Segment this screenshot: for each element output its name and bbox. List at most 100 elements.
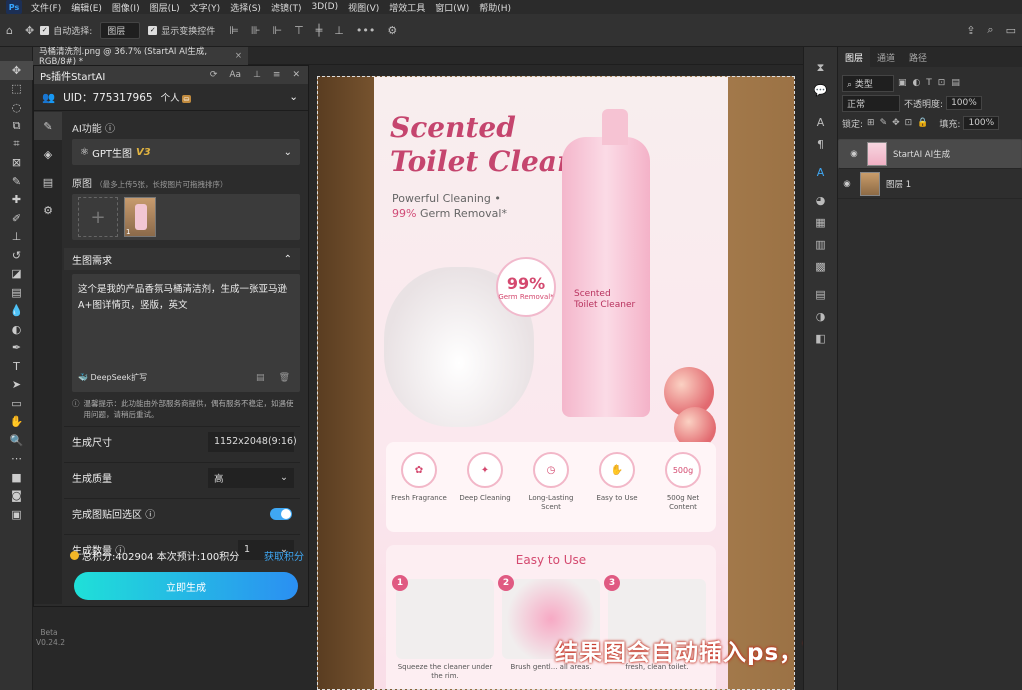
fill-input[interactable]: 100% — [963, 116, 1000, 130]
align-right-icon[interactable]: ⊩ — [272, 24, 282, 37]
history-icon[interactable]: ▤ — [256, 370, 265, 386]
chevron-down-icon[interactable]: ⌄ — [289, 91, 298, 103]
close-tab-icon[interactable]: × — [235, 51, 242, 61]
align-bottom-icon[interactable]: ⊥ — [334, 24, 344, 37]
path-select-icon[interactable]: ➤ — [0, 376, 33, 395]
swatches-icon[interactable]: ▦ — [804, 211, 837, 233]
kind-filter-dropdown[interactable]: ⌕ 类型 — [842, 74, 894, 92]
eraser-tool-icon[interactable]: ◪ — [0, 265, 33, 284]
lock-icons[interactable]: ⊞✎✥⊡🔒 — [867, 118, 933, 128]
close-icon[interactable]: ✕ — [292, 70, 300, 80]
lasso-tool-icon[interactable]: ◌ — [0, 98, 33, 117]
canvas-area[interactable]: Scented Toilet Cleaner Powerful Cleaning… — [309, 65, 803, 690]
account-row[interactable]: 👥 UID：775317965 个人 ⛀ ⌄ — [34, 84, 308, 111]
screen-mode-icon[interactable]: ▣ — [0, 505, 33, 524]
auto-select-checkbox[interactable]: ✓ — [40, 25, 50, 35]
paste-toggle[interactable] — [270, 507, 292, 520]
trash-icon[interactable]: 🗑 — [279, 370, 290, 386]
blend-mode-dropdown[interactable]: 正常 — [842, 94, 901, 112]
pin-icon[interactable]: ⊥ — [253, 70, 261, 80]
align-left-icon[interactable]: ⊫ — [229, 24, 239, 37]
align-top-icon[interactable]: ⊤ — [294, 24, 304, 37]
search-icon[interactable]: ⌕ — [987, 23, 993, 37]
zoom-tool-icon[interactable]: 🔍 — [0, 431, 33, 450]
tab-channels[interactable]: 通道 — [870, 51, 902, 64]
pen-tool-icon[interactable]: ✒ — [0, 339, 33, 358]
document-tab[interactable]: 马桶清洗剂.png @ 36.7% (StartAI AI生成, RGB/8#)… — [33, 47, 248, 67]
menu-3d[interactable]: 3D(D) — [306, 2, 343, 12]
layer-row[interactable]: ◉ StartAI AI生成 — [838, 139, 1022, 169]
character-icon[interactable]: A — [804, 111, 837, 133]
auto-select-dropdown[interactable]: 图层 — [100, 21, 141, 39]
shape-tool-icon[interactable]: ▭ — [0, 394, 33, 413]
menu-plugins[interactable]: 增效工具 — [384, 1, 430, 14]
add-image-button[interactable]: + — [78, 197, 118, 237]
docs-nav-icon[interactable]: ▤ — [34, 168, 62, 196]
settings-nav-icon[interactable]: ⚙ — [34, 196, 62, 224]
object-select-tool-icon[interactable]: ⧉ — [0, 117, 33, 136]
refresh-icon[interactable]: ⟳ — [210, 70, 218, 80]
move-tool-icon[interactable]: ✥ — [25, 24, 34, 37]
layers-nav-icon[interactable]: ◈ — [34, 140, 62, 168]
adjustments-icon[interactable]: ◑ — [804, 305, 837, 327]
more-options-icon[interactable]: ••• — [356, 24, 375, 37]
menu-image[interactable]: 图像(I) — [107, 1, 145, 14]
blur-tool-icon[interactable]: 💧 — [0, 302, 33, 321]
settings-icon[interactable]: ⚙ — [387, 24, 397, 37]
share-icon[interactable]: ⇪ — [966, 24, 975, 37]
tab-paths[interactable]: 路径 — [902, 51, 934, 64]
patterns-icon[interactable]: ▩ — [804, 255, 837, 277]
history-icon[interactable]: ⧗ — [804, 57, 837, 79]
requirement-section-header[interactable]: 生图需求 ⌃ — [64, 248, 300, 270]
menu-type[interactable]: 文字(Y) — [185, 1, 226, 14]
tab-layers[interactable]: 图层 — [838, 47, 871, 67]
home-icon[interactable]: ⌂ — [6, 24, 13, 37]
document-canvas[interactable]: Scented Toilet Cleaner Powerful Cleaning… — [317, 76, 795, 690]
marquee-tool-icon[interactable]: ⬚ — [0, 80, 33, 99]
menu-layer[interactable]: 图层(L) — [145, 1, 185, 14]
more-tools-icon[interactable]: ⋯ — [0, 450, 33, 469]
history-brush-icon[interactable]: ↺ — [0, 246, 33, 265]
menu-edit[interactable]: 编辑(E) — [66, 1, 107, 14]
filter-icons[interactable]: ▣◐T⊡▤ — [898, 78, 966, 88]
gradient-tool-icon[interactable]: ▤ — [0, 283, 33, 302]
source-thumbnail[interactable]: 1 — [124, 197, 156, 237]
workspace-icon[interactable]: ▭ — [1006, 24, 1016, 37]
menu-icon[interactable]: ≡ — [273, 70, 281, 80]
frame-tool-icon[interactable]: ⊠ — [0, 154, 33, 173]
prompt-textarea[interactable]: 这个是我的产品香氛马桶清洁剂，生成一张亚马逊A+图详情页，竖版，英文 🐳 Dee… — [72, 274, 300, 392]
dodge-tool-icon[interactable]: ◐ — [0, 320, 33, 339]
stamp-tool-icon[interactable]: ⊥ — [0, 228, 33, 247]
ai-function-dropdown[interactable]: ⚛ GPT生图 V3 ⌄ — [72, 139, 300, 165]
menu-window[interactable]: 窗口(W) — [430, 1, 474, 14]
opacity-input[interactable]: 100% — [946, 96, 982, 110]
startai-icon[interactable]: A — [804, 161, 837, 183]
comments-icon[interactable]: 💬 — [804, 79, 837, 101]
gradients-icon[interactable]: ▥ — [804, 233, 837, 255]
crop-tool-icon[interactable]: ⌗ — [0, 135, 33, 154]
paragraph-icon[interactable]: ¶ — [804, 133, 837, 155]
eye-icon[interactable]: ◉ — [845, 149, 863, 159]
deepseek-expand-button[interactable]: 🐳 DeepSeek扩写 — [78, 370, 147, 386]
properties-icon[interactable]: ◧ — [804, 327, 837, 349]
quality-dropdown[interactable]: 高 ⌄ — [208, 467, 294, 488]
size-dropdown[interactable]: 1152x2048(9:16) — [208, 431, 297, 452]
type-tool-icon[interactable]: T — [0, 357, 33, 376]
color-swatch-icon[interactable]: ■ — [0, 468, 33, 487]
menu-filter[interactable]: 滤镜(T) — [266, 1, 307, 14]
eye-icon[interactable]: ◉ — [838, 179, 856, 189]
get-points-link[interactable]: 获取积分 — [264, 548, 304, 563]
font-size-icon[interactable]: Aa — [229, 70, 241, 80]
move-tool-icon[interactable]: ✥ — [0, 61, 33, 80]
generate-button[interactable]: 立即生成 — [74, 572, 298, 600]
quick-mask-icon[interactable]: ◙ — [0, 487, 33, 506]
hand-tool-icon[interactable]: ✋ — [0, 413, 33, 432]
eyedropper-tool-icon[interactable]: ✎ — [0, 172, 33, 191]
layer-row[interactable]: ◉ 图层 1 — [838, 169, 1022, 199]
menu-file[interactable]: 文件(F) — [26, 1, 66, 14]
brush-tool-icon[interactable]: ✐ — [0, 209, 33, 228]
color-icon[interactable]: ◕ — [804, 189, 837, 211]
libraries-icon[interactable]: ▤ — [804, 283, 837, 305]
menu-view[interactable]: 视图(V) — [343, 1, 384, 14]
align-center-icon[interactable]: ⊪ — [251, 24, 261, 37]
